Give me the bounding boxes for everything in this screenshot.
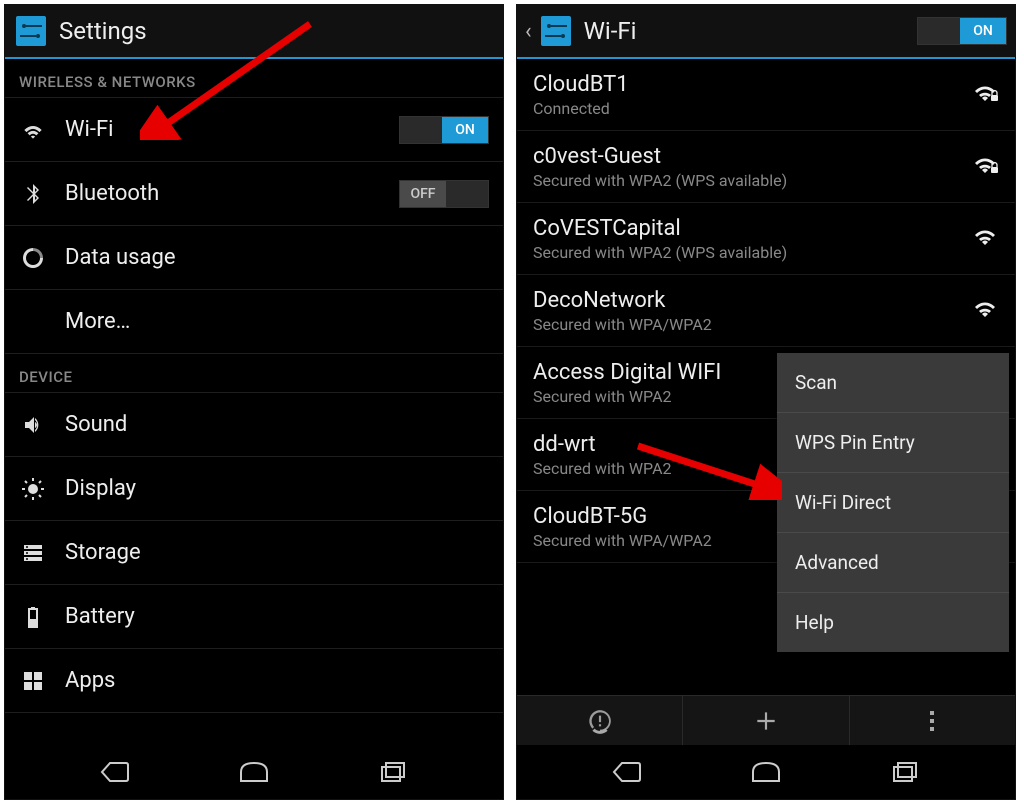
section-device: DEVICE [5, 354, 503, 393]
menu-advanced[interactable]: Advanced [777, 533, 1009, 593]
network-row[interactable]: CloudBT1 Connected [517, 59, 1015, 131]
row-data-usage[interactable]: Data usage [5, 226, 503, 290]
bluetooth-toggle[interactable]: OFF [399, 180, 489, 208]
nav-home-button[interactable] [741, 757, 791, 787]
wifi-toggle[interactable]: ON [399, 116, 489, 144]
settings-icon [13, 13, 49, 49]
nav-recent-button[interactable] [368, 757, 418, 787]
network-ssid: CoVESTCapital [533, 216, 971, 241]
display-label: Display [65, 476, 489, 501]
more-label: More… [65, 309, 489, 334]
storage-label: Storage [65, 540, 489, 565]
page-title: Wi-Fi [584, 17, 637, 45]
overflow-button[interactable] [850, 696, 1015, 745]
network-status: Secured with WPA2 (WPS available) [533, 171, 971, 190]
row-more[interactable]: More… [5, 290, 503, 354]
network-status: Secured with WPA2 (WPS available) [533, 243, 971, 262]
data-usage-label: Data usage [65, 245, 489, 270]
network-row[interactable]: DecoNetwork Secured with WPA/WPA2 [517, 275, 1015, 347]
wifi-action-bar [517, 695, 1015, 745]
wifi-label: Wi-Fi [65, 117, 381, 142]
nav-bar [517, 745, 1015, 799]
wifi-signal-icon [971, 225, 999, 253]
wifi-signal-icon [971, 297, 999, 325]
network-status: Connected [533, 99, 971, 118]
battery-label: Battery [65, 604, 489, 629]
menu-scan[interactable]: Scan [777, 353, 1009, 413]
row-storage[interactable]: Storage [5, 521, 503, 585]
page-title: Settings [59, 17, 147, 45]
wifi-icon [19, 116, 47, 144]
settings-icon [538, 13, 574, 49]
row-bluetooth[interactable]: Bluetooth OFF [5, 162, 503, 226]
wifi-header: ‹ Wi-Fi ON [517, 5, 1015, 59]
sound-icon [19, 411, 47, 439]
nav-bar [5, 745, 503, 799]
row-display[interactable]: Display [5, 457, 503, 521]
wifi-master-toggle[interactable]: ON [917, 17, 1007, 45]
nav-back-button[interactable] [602, 757, 652, 787]
network-ssid: c0vest-Guest [533, 144, 971, 169]
row-apps[interactable]: Apps [5, 649, 503, 713]
network-row[interactable]: c0vest-Guest Secured with WPA2 (WPS avai… [517, 131, 1015, 203]
network-ssid: DecoNetwork [533, 288, 971, 313]
wifi-signal-icon [971, 153, 999, 181]
phone-wifi: ‹ Wi-Fi ON CloudBT1 Connected c0vest-Gue… [516, 4, 1016, 800]
menu-help[interactable]: Help [777, 593, 1009, 652]
data-usage-icon [19, 244, 47, 272]
row-wifi[interactable]: Wi-Fi ON [5, 98, 503, 162]
network-ssid: CloudBT1 [533, 72, 971, 97]
menu-wifi-direct[interactable]: Wi-Fi Direct [777, 473, 1009, 533]
back-icon[interactable]: ‹ [525, 19, 532, 44]
sound-label: Sound [65, 412, 489, 437]
section-wireless: WIRELESS & NETWORKS [5, 59, 503, 98]
nav-recent-button[interactable] [880, 757, 930, 787]
wifi-signal-icon [971, 81, 999, 109]
network-row[interactable]: CoVESTCapital Secured with WPA2 (WPS ava… [517, 203, 1015, 275]
row-sound[interactable]: Sound [5, 393, 503, 457]
network-status: Secured with WPA/WPA2 [533, 315, 971, 334]
display-icon [19, 475, 47, 503]
wps-push-button[interactable] [517, 696, 683, 745]
add-network-button[interactable] [683, 696, 849, 745]
menu-wps[interactable]: WPS Pin Entry [777, 413, 1009, 473]
nav-home-button[interactable] [229, 757, 279, 787]
battery-icon [19, 603, 47, 631]
phone-settings: Settings WIRELESS & NETWORKS Wi-Fi ON Bl… [4, 4, 504, 800]
apps-icon [19, 667, 47, 695]
bluetooth-icon [19, 180, 47, 208]
bluetooth-label: Bluetooth [65, 181, 381, 206]
nav-back-button[interactable] [90, 757, 140, 787]
storage-icon [19, 539, 47, 567]
apps-label: Apps [65, 668, 489, 693]
overflow-menu: Scan WPS Pin Entry Wi-Fi Direct Advanced… [777, 353, 1009, 652]
settings-header: Settings [5, 5, 503, 59]
row-battery[interactable]: Battery [5, 585, 503, 649]
